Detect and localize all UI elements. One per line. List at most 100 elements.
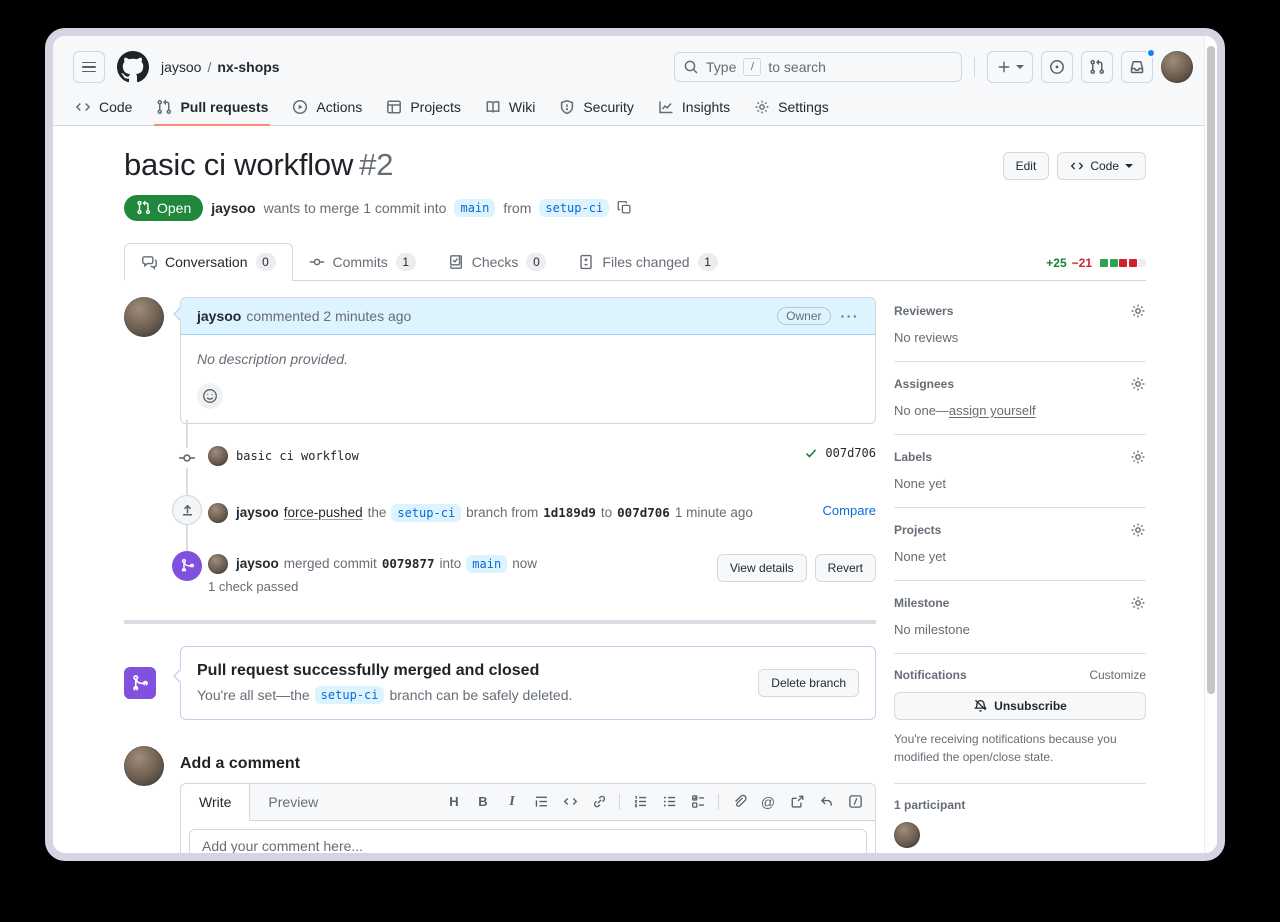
sidebar-section-notifications: Notifications Customize Unsubscribe You'… [894, 654, 1146, 784]
actor-avatar[interactable] [208, 554, 228, 574]
check-icon[interactable] [804, 446, 818, 460]
head-branch-chip[interactable]: setup-ci [315, 686, 385, 704]
repo-tab-projects[interactable]: Projects [376, 91, 471, 125]
reply-icon [819, 794, 834, 809]
unsubscribe-button[interactable]: Unsubscribe [894, 692, 1146, 720]
tab-conversation[interactable]: Conversation 0 [124, 243, 293, 281]
comment-author[interactable]: jaysoo [197, 308, 241, 324]
actor-avatar[interactable] [208, 503, 228, 523]
user-avatar[interactable] [1161, 51, 1193, 83]
github-logo-icon[interactable] [117, 51, 149, 83]
graph-icon [658, 99, 674, 115]
tab-files-changed[interactable]: Files changed 1 [562, 244, 733, 280]
repo-tab-wiki[interactable]: Wiki [475, 91, 545, 125]
commit-sha[interactable]: 007d706 [825, 446, 876, 460]
search-input[interactable]: Type / to search [674, 52, 962, 82]
breadcrumb-repo[interactable]: nx-shops [217, 59, 279, 75]
pr-author[interactable]: jaysoo [211, 200, 255, 216]
commits-count: 1 [396, 253, 416, 271]
tab-preview[interactable]: Preview [250, 784, 336, 820]
gear-icon[interactable] [1130, 595, 1146, 611]
diffstat-blocks [1100, 259, 1146, 267]
create-new-button[interactable] [987, 51, 1033, 83]
commit-author-avatar[interactable] [208, 446, 228, 466]
gear-icon[interactable] [1130, 376, 1146, 392]
code-button[interactable] [556, 788, 584, 816]
ordered-list-button[interactable] [626, 788, 654, 816]
breadcrumb-separator: / [207, 59, 211, 75]
cross-reference-button[interactable] [783, 788, 811, 816]
commit-message[interactable]: basic ci workflow [236, 449, 359, 463]
edit-button[interactable]: Edit [1003, 152, 1050, 180]
add-comment-heading: Add a comment [180, 746, 876, 773]
comment-textarea[interactable] [189, 829, 867, 861]
link-button[interactable] [585, 788, 613, 816]
actor-name[interactable]: jaysoo [236, 556, 279, 571]
breadcrumb-owner[interactable]: jaysoo [161, 59, 201, 75]
quote-button[interactable] [527, 788, 555, 816]
git-merge-icon [172, 551, 202, 581]
comment-author-avatar[interactable] [124, 297, 164, 337]
inbox-button[interactable] [1121, 51, 1153, 83]
actor-name[interactable]: jaysoo [236, 505, 279, 520]
slash-commands-button[interactable] [841, 788, 869, 816]
delete-branch-button[interactable]: Delete branch [758, 669, 859, 697]
hamburger-menu-button[interactable] [73, 51, 105, 83]
repo-tab-pull-requests[interactable]: Pull requests [146, 91, 278, 125]
add-reaction-button[interactable] [197, 383, 223, 409]
head-branch-chip[interactable]: setup-ci [391, 504, 461, 522]
heading-button[interactable]: H [440, 788, 468, 816]
attach-file-button[interactable] [725, 788, 753, 816]
scrollbar-thumb[interactable] [1207, 46, 1215, 694]
compare-link[interactable]: Compare [823, 503, 876, 518]
issue-opened-icon [1049, 59, 1065, 75]
tab-write[interactable]: Write [181, 784, 250, 821]
view-details-button[interactable]: View details [717, 554, 807, 582]
markdown-toolbar: H B I [440, 788, 875, 816]
unordered-list-button[interactable] [655, 788, 683, 816]
gear-icon[interactable] [1130, 522, 1146, 538]
scrollbar[interactable] [1204, 36, 1217, 853]
repo-tab-label: Pull requests [180, 99, 268, 115]
issues-button[interactable] [1041, 51, 1073, 83]
repo-tab-code[interactable]: Code [65, 91, 142, 125]
head-branch-chip[interactable]: setup-ci [539, 199, 609, 217]
copy-icon[interactable] [617, 200, 632, 215]
force-pushed-link[interactable]: force-pushed [284, 505, 363, 520]
gear-icon[interactable] [1130, 449, 1146, 465]
repo-tab-label: Settings [778, 99, 829, 115]
customize-link[interactable]: Customize [1089, 668, 1146, 682]
revert-button[interactable]: Revert [815, 554, 876, 582]
event-time: 1 minute ago [675, 505, 753, 520]
mention-button[interactable]: @ [754, 788, 782, 816]
bold-button[interactable]: B [469, 788, 497, 816]
tab-commits[interactable]: Commits 1 [293, 244, 432, 280]
gear-icon[interactable] [1130, 303, 1146, 319]
assign-yourself-link[interactable]: assign yourself [949, 403, 1036, 418]
code-icon [1070, 159, 1084, 173]
new-sha[interactable]: 007d706 [617, 505, 670, 520]
play-icon [292, 99, 308, 115]
tab-checks[interactable]: Checks 0 [432, 244, 563, 280]
repo-tab-security[interactable]: Security [549, 91, 644, 125]
repo-tab-insights[interactable]: Insights [648, 91, 740, 125]
base-branch-chip[interactable]: main [466, 555, 507, 573]
merge-sha[interactable]: 0079877 [382, 556, 435, 571]
pull-requests-button[interactable] [1081, 51, 1113, 83]
old-sha[interactable]: 1d189d9 [543, 505, 596, 520]
repo-tab-settings[interactable]: Settings [744, 91, 839, 125]
repo-tab-actions[interactable]: Actions [282, 91, 372, 125]
code-dropdown-button[interactable]: Code [1057, 152, 1146, 180]
notification-note: You're receiving notifications because y… [894, 730, 1146, 767]
inbox-icon [1129, 59, 1145, 75]
saved-replies-button[interactable] [812, 788, 840, 816]
participant-avatar[interactable] [894, 822, 920, 848]
base-branch-chip[interactable]: main [454, 199, 495, 217]
task-list-button[interactable] [684, 788, 712, 816]
chevron-down-icon [1125, 164, 1133, 168]
quote-icon [534, 794, 549, 809]
kebab-menu-icon[interactable]: ··· [841, 308, 860, 324]
merged-banner-title: Pull request successfully merged and clo… [197, 662, 572, 680]
italic-button[interactable]: I [498, 788, 526, 816]
git-merge-icon [124, 667, 156, 699]
